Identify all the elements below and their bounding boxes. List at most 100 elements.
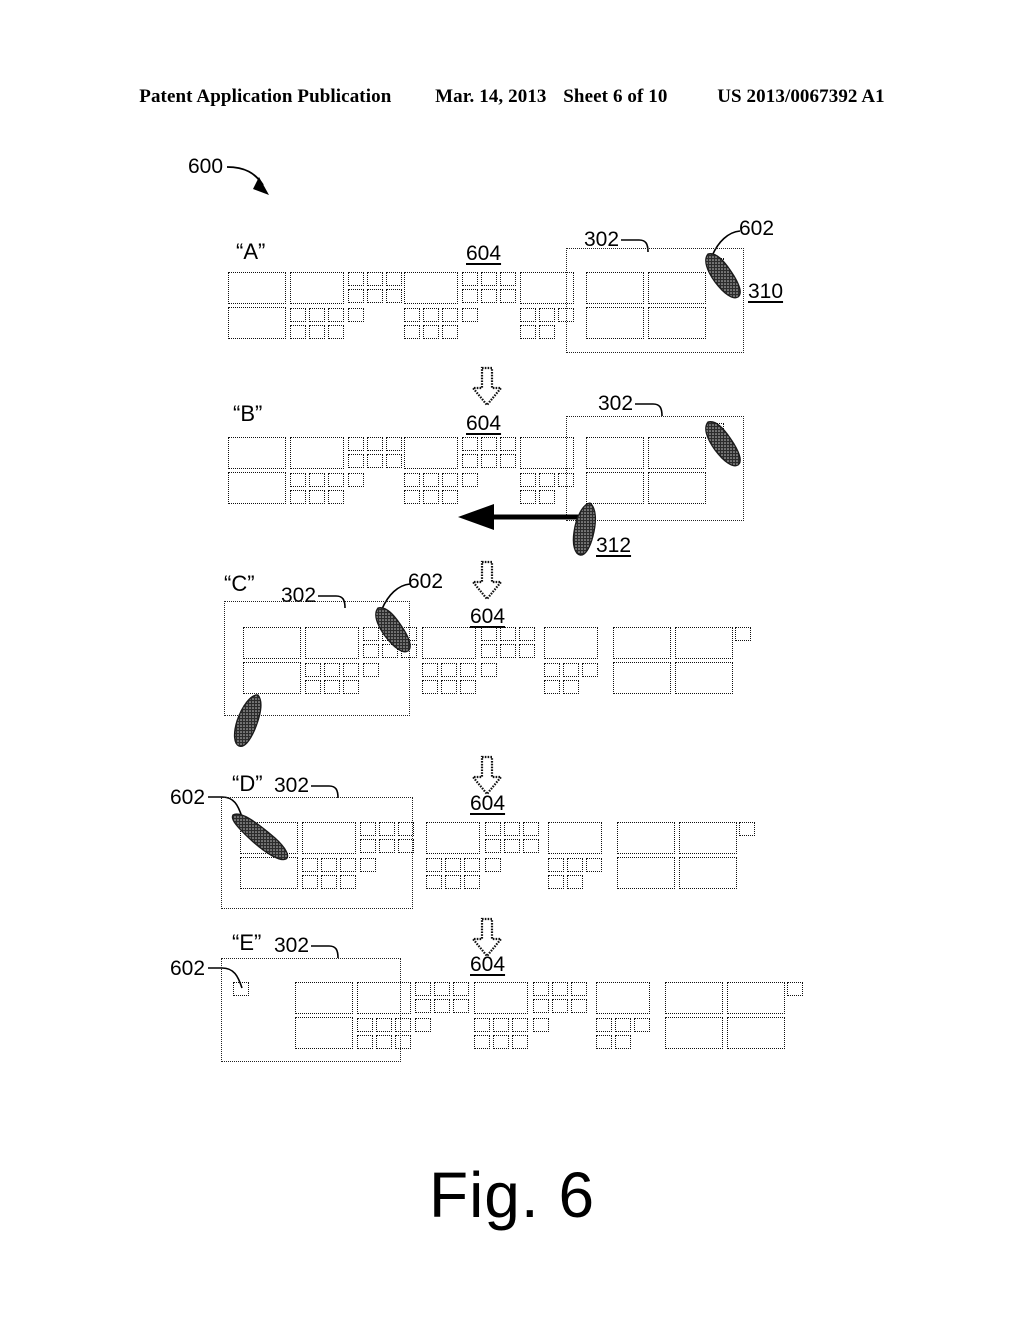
tile	[415, 982, 431, 996]
tile	[423, 490, 439, 504]
tile	[462, 272, 478, 286]
tile	[500, 272, 516, 286]
tile	[586, 272, 644, 304]
tile	[474, 1018, 490, 1032]
panel-c-cursor-ref-602: 602	[408, 570, 444, 593]
tile	[462, 308, 478, 322]
tile	[426, 822, 480, 854]
tile	[485, 858, 501, 872]
tile	[533, 1018, 549, 1032]
tile	[462, 289, 478, 303]
tile	[302, 858, 318, 872]
tile	[500, 289, 516, 303]
touch-cursor-secondary-icon	[233, 694, 262, 747]
touch-cursor-icon	[375, 607, 411, 653]
tile	[548, 822, 602, 854]
tile	[679, 822, 737, 854]
panel-a-list-ref-604: 604	[466, 242, 502, 265]
tile	[675, 627, 733, 659]
tile	[324, 680, 340, 694]
tile	[462, 454, 478, 468]
tile	[434, 982, 450, 996]
tile	[367, 437, 383, 451]
figure-drawing-area: 600 “A” 604 302 602 310 “B” 604 302 312 …	[0, 0, 1024, 1320]
tile	[460, 663, 476, 677]
tile	[679, 857, 737, 889]
tile	[343, 663, 359, 677]
tile	[382, 627, 398, 641]
tile	[481, 437, 497, 451]
tile	[464, 875, 480, 889]
tile	[442, 308, 458, 322]
panel-b-label: “B”	[233, 401, 263, 426]
tile	[348, 308, 364, 322]
tile	[295, 1017, 353, 1049]
tile	[309, 473, 325, 487]
tile	[586, 858, 602, 872]
panel-b-viewport-ref-302: 302	[598, 392, 634, 415]
panel-c-302-leader	[318, 595, 346, 609]
tile	[379, 839, 395, 853]
tile	[290, 490, 306, 504]
tile	[474, 982, 528, 1014]
panel-a-touchpoint-ref-310: 310	[748, 280, 784, 303]
tile	[363, 644, 379, 658]
panel-a-label: “A”	[236, 239, 266, 264]
tile	[539, 308, 555, 322]
tile	[328, 490, 344, 504]
tile	[290, 437, 344, 469]
tile	[460, 680, 476, 694]
header-publication: Patent Application Publication	[139, 86, 392, 107]
tile	[539, 490, 555, 504]
tile	[519, 627, 535, 641]
tile	[519, 644, 535, 658]
tile	[787, 982, 803, 996]
tile	[453, 982, 469, 996]
tile	[520, 308, 536, 322]
tile	[302, 822, 356, 854]
tile	[586, 437, 644, 469]
tile	[404, 437, 458, 469]
panel-a-602-leader	[711, 230, 741, 257]
panel-b-viewport-302	[566, 416, 744, 521]
panel-d-label: “D”	[232, 771, 263, 796]
tile	[386, 454, 402, 468]
tile	[548, 875, 564, 889]
tile	[485, 839, 501, 853]
tile	[379, 822, 395, 836]
tile	[617, 822, 675, 854]
tile	[348, 473, 364, 487]
tile	[442, 473, 458, 487]
tile	[544, 627, 598, 659]
panel-c-viewport-302	[224, 601, 410, 716]
tile	[735, 627, 751, 641]
ref-600-label: 600	[188, 155, 224, 178]
tile	[423, 473, 439, 487]
tile	[648, 472, 706, 504]
tile	[523, 822, 539, 836]
tile	[305, 663, 321, 677]
header-sheet: Sheet 6 of 10	[563, 86, 668, 107]
tile	[563, 680, 579, 694]
tile	[348, 454, 364, 468]
touch-cursor-icon	[705, 421, 741, 467]
tile	[363, 663, 379, 677]
tile	[520, 473, 536, 487]
tile	[305, 680, 321, 694]
tile	[401, 644, 417, 658]
tile	[462, 473, 478, 487]
tile	[523, 839, 539, 853]
tile	[422, 627, 476, 659]
tile	[363, 627, 379, 641]
panel-e-602-leader	[208, 967, 243, 989]
tile	[404, 308, 420, 322]
touch-cursor-icon	[705, 253, 741, 299]
tile	[367, 454, 383, 468]
panel-d-viewport-302	[221, 797, 413, 909]
tile	[228, 307, 286, 339]
tile	[422, 663, 438, 677]
flow-arrow-down-icon	[470, 366, 504, 407]
tile	[613, 662, 671, 694]
tile	[648, 307, 706, 339]
panel-c-602-leader	[381, 583, 411, 610]
